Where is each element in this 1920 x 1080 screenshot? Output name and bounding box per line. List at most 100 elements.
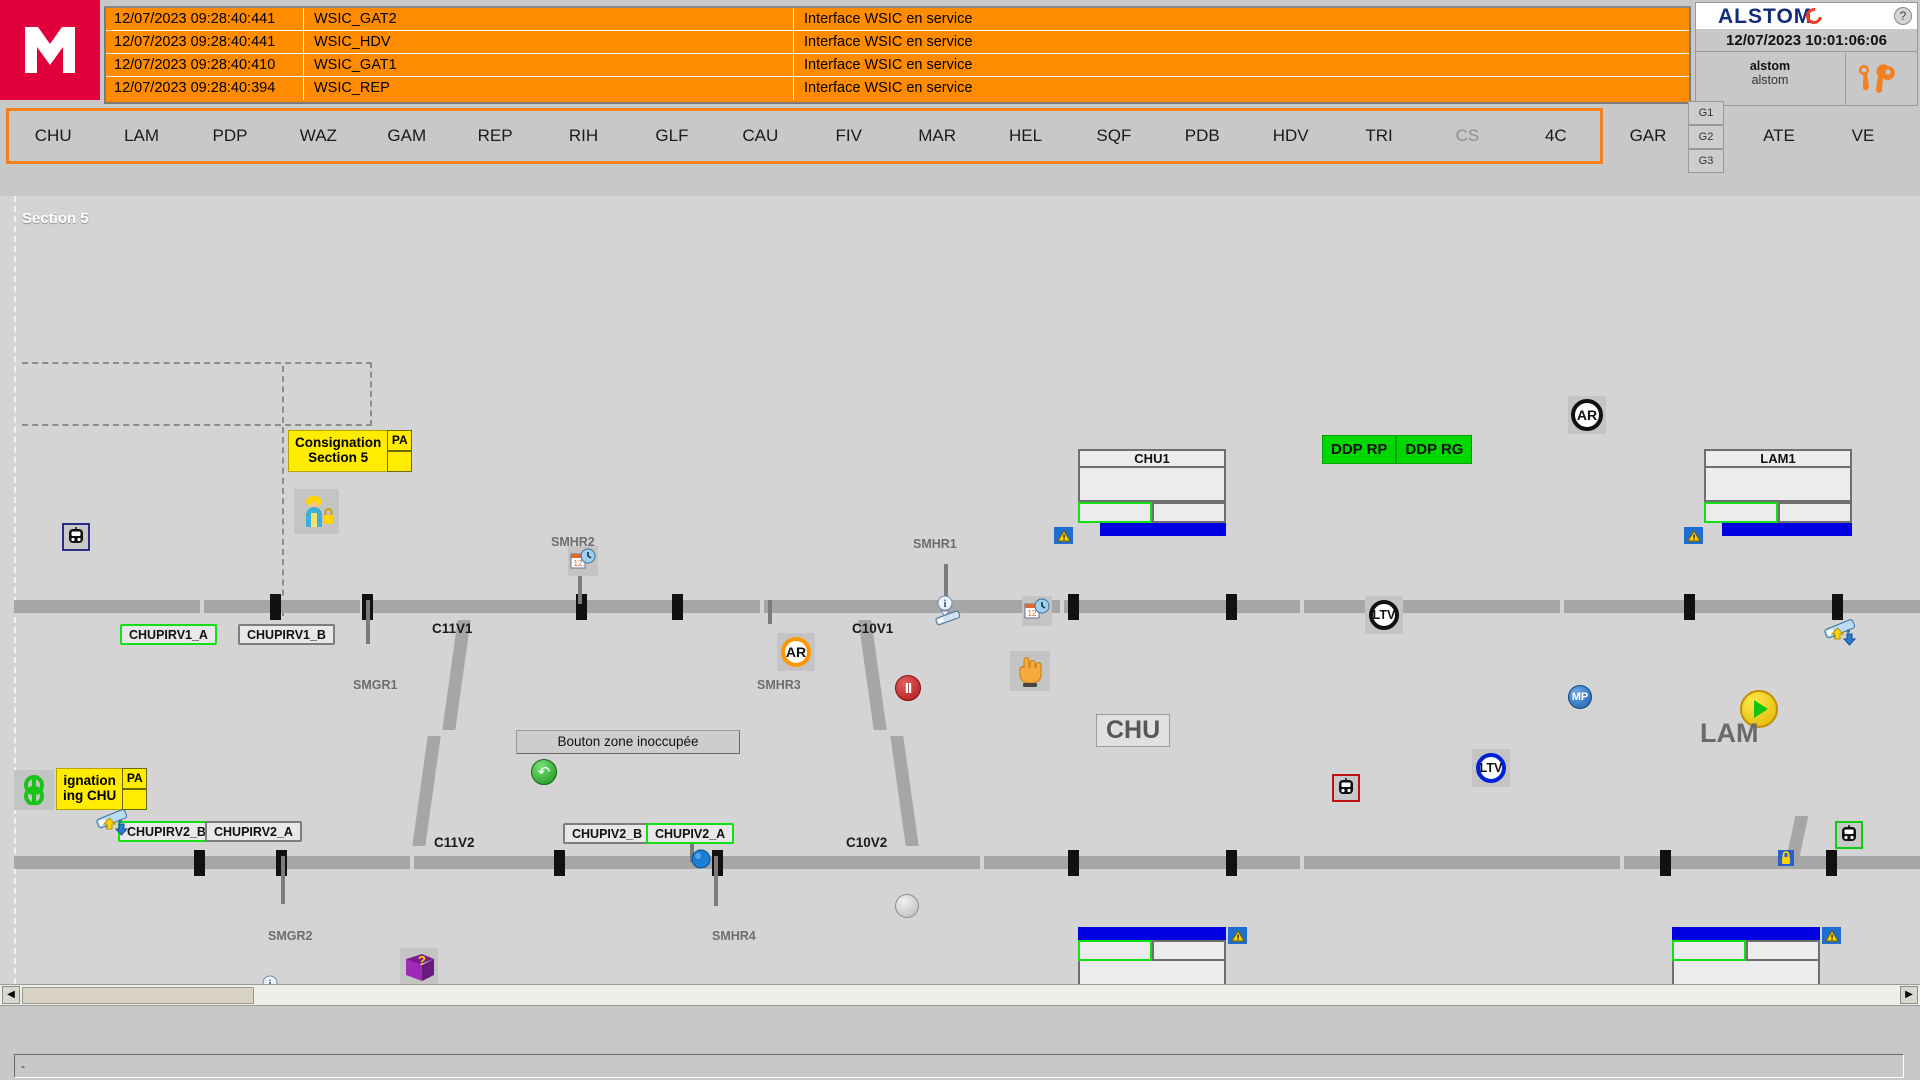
group-button-g3[interactable]: G3 <box>1688 149 1724 173</box>
tab-waz[interactable]: WAZ <box>274 126 362 146</box>
calendar-clock-icon[interactable]: 12 <box>568 546 598 576</box>
ltv-badge[interactable]: LTV <box>1369 600 1399 630</box>
ddp-indicators[interactable]: DDP RP DDP RG <box>1322 435 1473 464</box>
horizontal-scrollbar[interactable]: ◀ ▶ <box>0 984 1920 1006</box>
track-marker[interactable] <box>270 594 281 620</box>
calendar-clock-icon[interactable]: 12 <box>1022 596 1052 626</box>
track-switch-c10v2[interactable] <box>890 736 919 846</box>
station-cell-a[interactable] <box>1672 940 1746 961</box>
track-marker-small[interactable] <box>768 600 772 624</box>
track-v2[interactable] <box>14 856 1920 869</box>
zone-box-chupiv2-a[interactable]: CHUPIV2_A <box>646 823 735 844</box>
station-block-status-bar[interactable] <box>1722 523 1852 536</box>
station-block-body[interactable] <box>1078 961 1226 984</box>
lock-icon[interactable] <box>1776 848 1796 868</box>
track-marker[interactable] <box>1226 594 1237 620</box>
scrollbar-thumb[interactable] <box>22 987 254 1004</box>
station-block-status-bar[interactable] <box>1672 927 1820 940</box>
zone-box-chupirv2-a[interactable]: CHUPIRV2_A <box>205 821 302 842</box>
warning-triangle-icon[interactable] <box>1684 527 1703 544</box>
station-block-lam2[interactable]: LAM2 <box>1672 927 1820 984</box>
ltv-badge[interactable]: LTV <box>1476 753 1506 783</box>
tab-pdb[interactable]: PDB <box>1158 126 1246 146</box>
alarm-list[interactable]: 12/07/2023 09:28:40:441 WSIC_GAT2 Interf… <box>104 6 1691 104</box>
train-icon[interactable] <box>1332 774 1360 802</box>
train-arrow-icon[interactable] <box>92 804 138 844</box>
track-marker[interactable] <box>1068 594 1079 620</box>
track-marker[interactable] <box>194 850 205 876</box>
consignation-pa-label[interactable]: PA <box>122 768 148 789</box>
consignation-section5[interactable]: Consignation Section 5 PA <box>288 430 413 472</box>
station-name-chu[interactable]: CHU <box>1096 714 1171 747</box>
ddp-rg[interactable]: DDP RG <box>1396 435 1473 464</box>
group-selector[interactable]: G1 G2 G3 <box>1688 101 1730 177</box>
track-switch-c11v2[interactable] <box>412 736 441 846</box>
tab-hel[interactable]: HEL <box>981 126 1069 146</box>
warning-triangle-icon[interactable] <box>1228 927 1247 944</box>
tab-mar[interactable]: MAR <box>893 126 981 146</box>
tab-lam[interactable]: LAM <box>97 126 185 146</box>
station-block-body[interactable] <box>1704 468 1852 502</box>
tab-rep[interactable]: REP <box>451 126 539 146</box>
info-train-icon[interactable]: i <box>255 974 289 984</box>
tab-cau[interactable]: CAU <box>716 126 804 146</box>
alarm-row[interactable]: 12/07/2023 09:28:40:441 WSIC_HDV Interfa… <box>106 31 1689 54</box>
station-cell-b[interactable] <box>1152 940 1226 961</box>
tab-rih[interactable]: RIH <box>539 126 627 146</box>
station-cell-a[interactable] <box>1078 940 1152 961</box>
station-block-chu2[interactable]: CHU2 <box>1078 927 1226 984</box>
tab-sqf[interactable]: SQF <box>1070 126 1158 146</box>
station-block-cells[interactable] <box>1078 502 1226 523</box>
purple-book-help-icon[interactable]: ? <box>400 948 438 984</box>
station-block-cells[interactable] <box>1078 940 1226 961</box>
train-icon[interactable] <box>62 523 90 551</box>
station-cell-b[interactable] <box>1746 940 1820 961</box>
station-block-cells[interactable] <box>1704 502 1852 523</box>
track-diagram-canvas[interactable]: Section 5 C11V1 C10V1 C11V2 C10V2 SMHR2 … <box>0 196 1920 984</box>
track-marker[interactable] <box>1226 850 1237 876</box>
nav-gar[interactable]: GAR <box>1608 126 1688 146</box>
tab-chu[interactable]: CHU <box>9 126 97 146</box>
track-marker[interactable] <box>554 850 565 876</box>
warning-triangle-icon[interactable] <box>1054 527 1073 544</box>
group-button-g1[interactable]: G1 <box>1688 101 1724 125</box>
station-cell-b[interactable] <box>1778 502 1852 523</box>
tab-fiv[interactable]: FIV <box>805 126 893 146</box>
station-block-cells[interactable] <box>1672 940 1820 961</box>
wrench-key-icon[interactable] <box>1845 53 1917 105</box>
tab-gam[interactable]: GAM <box>363 126 451 146</box>
alarm-row[interactable]: 12/07/2023 09:28:40:410 WSIC_GAT1 Interf… <box>106 54 1689 77</box>
track-marker[interactable] <box>1684 594 1695 620</box>
consignation-pa-value[interactable] <box>387 451 413 472</box>
station-block-body[interactable] <box>1078 468 1226 502</box>
station-block-body[interactable] <box>1672 961 1820 984</box>
ar-badge[interactable]: AR <box>1571 399 1603 431</box>
arrow-right-icon[interactable]: ▶ <box>1900 986 1918 1004</box>
signal-mast-smgr2[interactable] <box>281 856 285 904</box>
group-button-g2[interactable]: G2 <box>1688 125 1724 149</box>
station-cell-b[interactable] <box>1152 502 1226 523</box>
nav-ate[interactable]: ATE <box>1730 126 1828 146</box>
track-v1[interactable] <box>14 600 1920 613</box>
station-block-status-bar[interactable] <box>1078 927 1226 940</box>
ddp-rp[interactable]: DDP RP <box>1322 435 1397 464</box>
ar-badge[interactable]: AR <box>781 637 811 667</box>
station-cell-a[interactable] <box>1078 502 1152 523</box>
track-switch-c11v1[interactable] <box>442 620 471 730</box>
tab-pdp[interactable]: PDP <box>186 126 274 146</box>
signal-mast-smhr4[interactable] <box>714 856 718 906</box>
info-train-icon[interactable]: i <box>930 594 964 632</box>
track-marker[interactable] <box>1068 850 1079 876</box>
station-tab-bar[interactable]: CHU LAM PDP WAZ GAM REP RIH GLF CAU FIV … <box>6 108 1603 164</box>
warning-triangle-icon[interactable] <box>1822 927 1841 944</box>
zone-box-chupirv1-b[interactable]: CHUPIRV1_B <box>238 624 335 645</box>
station-cell-a[interactable] <box>1704 502 1778 523</box>
alarm-row[interactable]: 12/07/2023 09:28:40:394 WSIC_REP Interfa… <box>106 77 1689 100</box>
pause-icon[interactable]: II <box>895 675 921 701</box>
station-block-chu1[interactable]: CHU1 <box>1078 449 1226 536</box>
signal-mast-smgr1[interactable] <box>366 600 370 644</box>
nav-ve[interactable]: VE <box>1828 126 1898 146</box>
mp-badge[interactable]: MP <box>1568 685 1592 709</box>
consignation-pa-label[interactable]: PA <box>387 430 413 451</box>
track-marker[interactable] <box>1660 850 1671 876</box>
